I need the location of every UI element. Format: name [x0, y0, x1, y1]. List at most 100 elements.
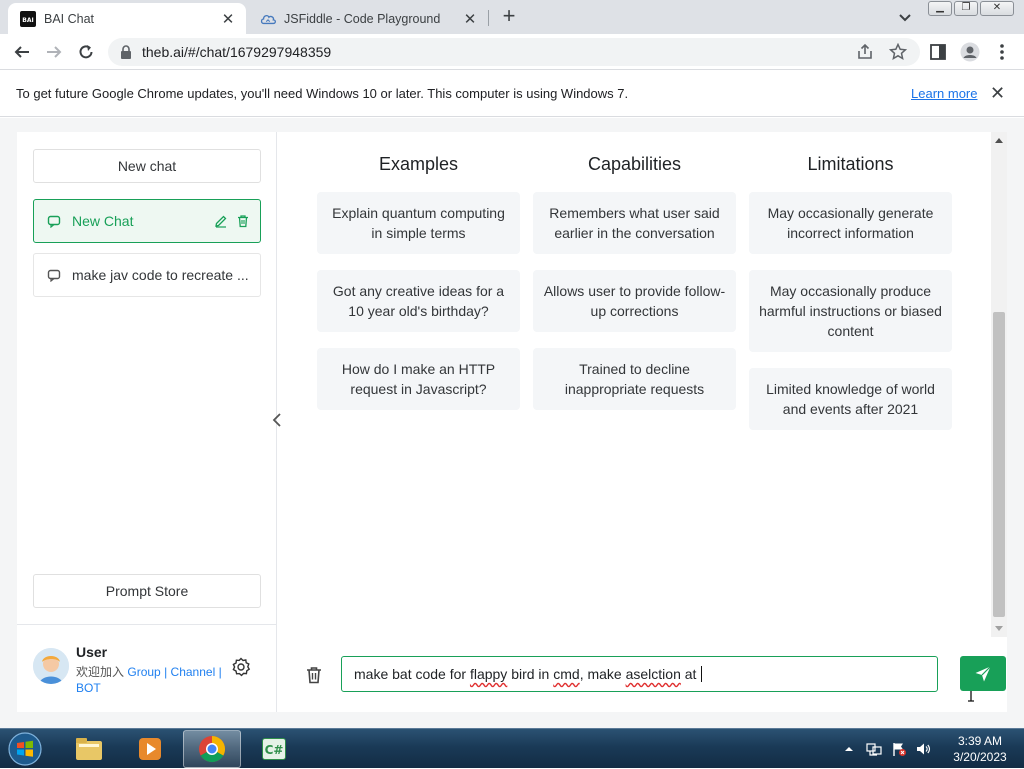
volume-speaker-icon[interactable] [915, 741, 931, 757]
taskbar-csharp-app[interactable]: C# [245, 730, 303, 768]
chat-app: New chat New Chat make jav code to recre… [17, 132, 1007, 712]
bot-link[interactable]: BOT [76, 681, 101, 695]
tab-bai-chat[interactable]: BAI BAI Chat ✕ [8, 3, 246, 34]
page-viewport: New chat New Chat make jav code to recre… [0, 118, 1024, 728]
jsfiddle-cloud-icon [260, 11, 276, 27]
send-button[interactable] [960, 656, 1006, 691]
forward-arrow-icon[interactable] [42, 40, 66, 64]
chat-message-input[interactable]: make bat code for flappy bird in cmd, ma… [341, 656, 938, 692]
settings-gear-icon[interactable] [231, 657, 251, 677]
example-card[interactable]: Got any creative ideas for a 10 year old… [317, 270, 520, 332]
new-tab-plus-icon[interactable]: + [498, 5, 520, 28]
chat-item-jav-code[interactable]: make jav code to recreate ... [33, 253, 261, 297]
link-separator: | [218, 665, 222, 679]
browser-toolbar: theb.ai/#/chat/1679297948359 [0, 34, 1024, 70]
folder-icon [76, 738, 102, 760]
chat-item-new-chat[interactable]: New Chat [33, 199, 261, 243]
lock-icon [121, 45, 131, 59]
tab-separator [488, 10, 489, 26]
taskbar-media-player[interactable] [121, 730, 179, 768]
chrome-icon [199, 736, 226, 763]
show-hidden-icons-arrow-icon[interactable] [844, 741, 854, 757]
bookmark-star-icon[interactable] [889, 43, 907, 61]
tab-jsfiddle[interactable]: JSFiddle - Code Playground ✕ [248, 3, 488, 34]
link-separator: | [164, 665, 168, 679]
learn-more-link[interactable]: Learn more [911, 86, 977, 101]
windows-logo-icon [8, 732, 42, 766]
limitation-card: May occasionally produce harmful instruc… [749, 270, 952, 352]
capability-card: Allows user to provide follow-up correct… [533, 270, 736, 332]
tab-title: BAI Chat [44, 11, 95, 26]
sidebar: New chat New Chat make jav code to recre… [17, 132, 277, 712]
minimize-window-icon[interactable]: ▁ [928, 1, 952, 16]
new-chat-button[interactable]: New chat [33, 149, 261, 183]
text-cursor: ​ [701, 666, 703, 682]
channel-link[interactable]: Channel [171, 665, 216, 679]
tab-search-chevron-icon[interactable] [896, 8, 914, 26]
limitations-heading: Limitations [807, 154, 894, 174]
media-player-icon [139, 738, 161, 760]
input-text: make bat code for [354, 666, 470, 682]
limitation-card: Limited knowledge of world and events af… [749, 368, 952, 430]
taskbar-google-chrome[interactable] [183, 730, 241, 768]
capabilities-heading: Capabilities [587, 154, 682, 174]
browser-tab-strip: BAI BAI Chat ✕ JSFiddle - Code Playgroun… [0, 0, 1024, 34]
bai-logo-icon: BAI [20, 10, 36, 27]
scrollbar-thumb[interactable] [993, 312, 1005, 617]
chat-bubble-icon [46, 213, 62, 229]
back-arrow-icon[interactable] [10, 40, 34, 64]
input-text: at [680, 666, 701, 682]
sidebar-divider [17, 624, 276, 625]
user-avatar [33, 648, 69, 684]
action-center-flag-icon[interactable] [891, 741, 907, 757]
capability-card: Trained to decline inappropriate request… [533, 348, 736, 410]
scroll-down-arrow-icon[interactable] [991, 621, 1007, 637]
tab-title: JSFiddle - Code Playground [284, 11, 441, 26]
restore-window-icon[interactable]: ❐ [954, 1, 978, 16]
input-text: bird in [507, 666, 554, 682]
input-text-misspelled: aselction [625, 666, 681, 682]
chat-item-label: New Chat [72, 213, 134, 229]
chat-bubble-icon [46, 267, 62, 283]
example-card[interactable]: How do I make an HTTP request in Javascr… [317, 348, 520, 410]
clock-time[interactable]: 3:39 AM [946, 734, 1014, 748]
capability-card: Remembers what user said earlier in the … [533, 192, 736, 254]
close-window-icon[interactable]: ✕ [980, 1, 1014, 16]
main-panel: Examples Capabilities Limitations Explai… [278, 132, 1006, 712]
join-text: 欢迎加入 [76, 665, 125, 679]
page-scrollbar[interactable] [991, 132, 1007, 637]
start-button[interactable] [4, 730, 46, 768]
address-bar[interactable]: theb.ai/#/chat/1679297948359 [108, 38, 920, 66]
svg-text:BAI: BAI [22, 17, 33, 24]
clear-chat-trash-icon[interactable] [304, 665, 324, 685]
limitation-card: May occasionally generate incorrect info… [749, 192, 952, 254]
input-text: , make [579, 666, 626, 682]
scroll-up-arrow-icon[interactable] [991, 132, 1007, 148]
group-link[interactable]: Group [127, 665, 160, 679]
reload-icon[interactable] [74, 40, 98, 64]
profile-avatar-icon[interactable] [960, 42, 980, 62]
clock-date[interactable]: 3/20/2023 [946, 750, 1014, 764]
edit-pencil-icon[interactable] [210, 210, 232, 232]
send-paper-plane-icon [975, 665, 991, 681]
side-panel-icon[interactable] [929, 43, 947, 61]
taskbar-windows-explorer[interactable] [60, 730, 118, 768]
windows-taskbar: C# 3:39 AM 3/20/2023 [0, 728, 1024, 768]
input-text-misspelled: flappy [469, 666, 508, 682]
chat-item-label: make jav code to recreate ... [72, 267, 249, 283]
system-tray: 3:39 AM 3/20/2023 [842, 729, 1024, 769]
prompt-store-button[interactable]: Prompt Store [33, 574, 261, 608]
input-text-misspelled: cmd [553, 666, 580, 682]
share-icon[interactable] [856, 43, 874, 61]
more-options-icon[interactable] [994, 43, 1010, 61]
url-text: theb.ai/#/chat/1679297948359 [142, 44, 332, 60]
example-card[interactable]: Explain quantum computing in simple term… [317, 192, 520, 254]
user-name: User [76, 644, 108, 660]
delete-trash-icon[interactable] [232, 210, 254, 232]
close-tab-icon[interactable]: ✕ [218, 9, 238, 29]
svg-text:C#: C# [265, 743, 284, 757]
close-info-bar-icon[interactable]: ✕ [990, 83, 1005, 104]
community-links: 欢迎加入 Group | Channel | BOT [76, 664, 236, 696]
network-icon[interactable] [866, 741, 882, 757]
close-tab-icon[interactable]: ✕ [460, 9, 480, 29]
